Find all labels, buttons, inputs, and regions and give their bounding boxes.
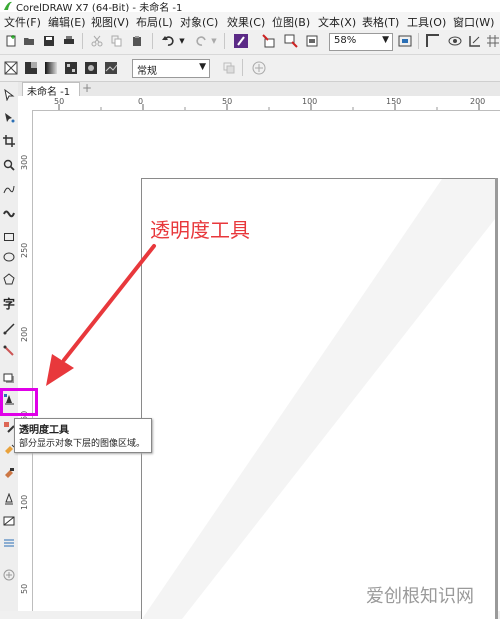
watermark-text: 爱创根知识网 [366,586,474,607]
tool-highlight-box [0,388,38,416]
tool-tooltip: 透明度工具 部分显示对象下层的图像区域。 [14,418,152,453]
tooltip-description: 部分显示对象下层的图像区域。 [19,439,146,449]
annotation-arrow [46,244,156,386]
tooltip-title: 透明度工具 [19,425,69,436]
